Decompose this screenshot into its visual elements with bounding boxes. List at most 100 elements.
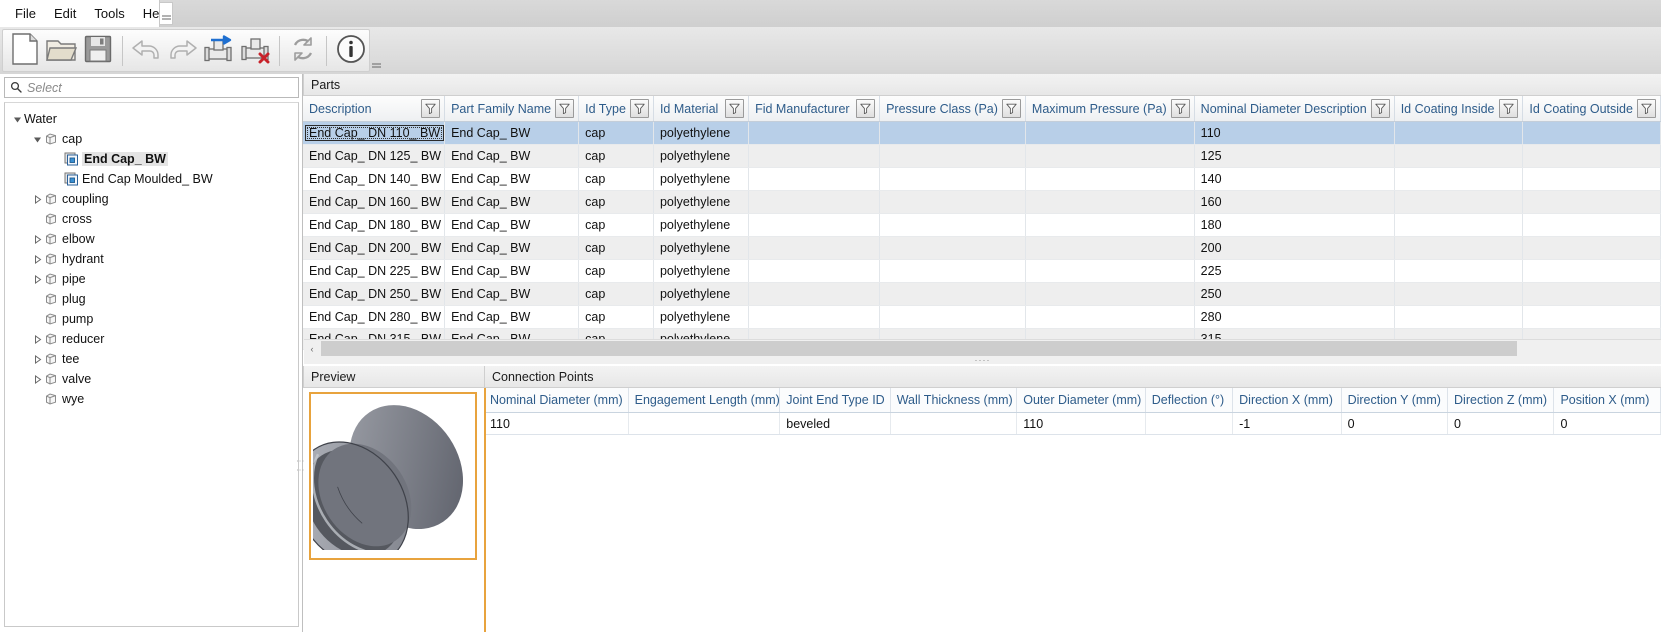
parts-cell-material[interactable]: polyethylene [653, 259, 750, 283]
parts-table-row[interactable]: End Cap_ DN 160_ BW End Cap_ BW cap polyeth… [303, 190, 1661, 214]
parts-cell-manufacturer[interactable] [748, 282, 881, 306]
connection-points-cell-outer-diameter[interactable]: 110 [1016, 412, 1146, 435]
category-tree[interactable]: Water cap End Cap_ BW End Cap Moulded_ BW co… [4, 102, 299, 627]
parts-cell-description[interactable]: End Cap_ DN 125_ BW [303, 144, 446, 168]
parts-cell-description[interactable]: End Cap_ DN 225_ BW [303, 259, 446, 283]
parts-cell-max-pressure[interactable] [1025, 213, 1195, 237]
parts-cell-coating-outside[interactable] [1522, 282, 1661, 306]
parts-cell-coating-outside[interactable] [1522, 213, 1661, 237]
connection-points-cell-position-x[interactable]: 0 [1553, 412, 1661, 435]
parts-cell-max-pressure[interactable] [1025, 144, 1195, 168]
parts-column-header[interactable]: Id Coating Outside [1522, 96, 1661, 122]
filter-funnel-icon[interactable] [555, 99, 575, 118]
parts-column-header[interactable]: Nominal Diameter Description [1194, 96, 1395, 122]
parts-cell-max-pressure[interactable] [1025, 190, 1195, 214]
parts-column-header[interactable]: Id Material [653, 96, 750, 122]
parts-cell-coating-inside[interactable] [1394, 259, 1524, 283]
connection-points-cell-wall-thickness[interactable] [890, 412, 1018, 435]
parts-cell-max-pressure[interactable] [1025, 282, 1195, 306]
parts-cell-type[interactable]: cap [578, 190, 654, 214]
parts-cell-manufacturer[interactable] [748, 236, 881, 260]
parts-cell-pressure-class[interactable] [879, 121, 1026, 145]
connection-points-column-header[interactable]: Position X (mm) [1553, 388, 1661, 413]
tree-node-water[interactable]: Water [5, 109, 298, 129]
connection-points-column-header[interactable]: Nominal Diameter (mm) [484, 388, 629, 413]
filter-funnel-icon[interactable] [1370, 99, 1390, 118]
toolbar-overflow-handle[interactable] [370, 31, 382, 71]
tree-node-hydrant[interactable]: hydrant [5, 249, 298, 269]
connection-points-cell-direction-z[interactable]: 0 [1447, 412, 1555, 435]
parts-cell-material[interactable]: polyethylene [653, 213, 750, 237]
tree-expand-arrow-down-icon[interactable] [31, 133, 44, 146]
add-part-button[interactable] [201, 30, 238, 71]
parts-cell-family[interactable]: End Cap_ BW [444, 282, 580, 306]
parts-cell-coating-inside[interactable] [1394, 305, 1524, 329]
connection-points-column-header[interactable]: Engagement Length (mm) [628, 388, 781, 413]
tree-node-cross[interactable]: cross [5, 209, 298, 229]
parts-cell-description[interactable]: End Cap_ DN 250_ BW [303, 282, 446, 306]
new-document-button[interactable] [7, 30, 44, 71]
parts-table-row[interactable]: End Cap_ DN 125_ BW End Cap_ BW cap polyeth… [303, 144, 1661, 168]
parts-cell-coating-outside[interactable] [1522, 236, 1661, 260]
parts-cell-coating-inside[interactable] [1394, 167, 1524, 191]
scrollbar-thumb[interactable] [321, 341, 1517, 356]
parts-cell-pressure-class[interactable] [879, 236, 1026, 260]
parts-table-body[interactable]: End Cap_ DN 110_ BW End Cap_ BW cap polyeth… [303, 121, 1661, 350]
parts-table-row[interactable]: End Cap_ DN 200_ BW End Cap_ BW cap polyeth… [303, 236, 1661, 260]
menu-tools[interactable]: Tools [85, 3, 133, 24]
parts-cell-type[interactable]: cap [578, 259, 654, 283]
parts-cell-material[interactable]: polyethylene [653, 282, 750, 306]
parts-cell-pressure-class[interactable] [879, 213, 1026, 237]
parts-cell-coating-outside[interactable] [1522, 121, 1661, 145]
filter-funnel-icon[interactable] [421, 99, 441, 118]
tree-expand-arrow-right-icon[interactable] [31, 233, 44, 246]
undo-button[interactable] [128, 30, 165, 71]
parts-cell-family[interactable]: End Cap_ BW [444, 236, 580, 260]
parts-cell-coating-inside[interactable] [1394, 121, 1524, 145]
connection-points-column-header[interactable]: Deflection (°) [1145, 388, 1234, 413]
parts-cell-family[interactable]: End Cap_ BW [444, 259, 580, 283]
connection-points-body[interactable]: 110 beveled 110 -1 0 0 0 [484, 412, 1661, 435]
search-input[interactable]: Select [4, 77, 299, 98]
tree-node-pump[interactable]: pump [5, 309, 298, 329]
parts-cell-material[interactable]: polyethylene [653, 121, 750, 145]
parts-table-row[interactable]: End Cap_ DN 225_ BW End Cap_ BW cap polyeth… [303, 259, 1661, 283]
horizontal-splitter[interactable]: ···· [304, 355, 1661, 365]
parts-cell-coating-inside[interactable] [1394, 144, 1524, 168]
parts-cell-max-pressure[interactable] [1025, 259, 1195, 283]
scroll-left-arrow-icon[interactable]: ‹ [304, 340, 320, 357]
parts-column-header[interactable]: Id Type [578, 96, 654, 122]
parts-cell-family[interactable]: End Cap_ BW [444, 190, 580, 214]
parts-cell-nominal-diameter[interactable]: 280 [1194, 305, 1395, 329]
parts-cell-pressure-class[interactable] [879, 305, 1026, 329]
parts-cell-description[interactable]: End Cap_ DN 200_ BW [303, 236, 446, 260]
parts-cell-coating-outside[interactable] [1522, 259, 1661, 283]
parts-column-header[interactable]: Id Coating Inside [1394, 96, 1524, 122]
parts-cell-type[interactable]: cap [578, 213, 654, 237]
tree-expand-arrow-down-icon[interactable] [11, 113, 24, 126]
filter-funnel-icon[interactable] [856, 99, 876, 118]
parts-cell-pressure-class[interactable] [879, 167, 1026, 191]
parts-column-header[interactable]: Description [303, 96, 446, 122]
redo-button[interactable] [164, 30, 201, 71]
connection-points-cell-deflection[interactable] [1145, 412, 1234, 435]
delete-part-button[interactable] [237, 30, 274, 71]
parts-table[interactable]: Description Part Family Name Id Type Id Mat… [303, 96, 1661, 350]
parts-cell-type[interactable]: cap [578, 305, 654, 329]
connection-points-column-header[interactable]: Direction X (mm) [1232, 388, 1342, 413]
parts-cell-manufacturer[interactable] [748, 259, 881, 283]
parts-cell-pressure-class[interactable] [879, 259, 1026, 283]
parts-cell-type[interactable]: cap [578, 144, 654, 168]
connection-points-table[interactable]: Nominal Diameter (mm) Engagement Length (… [484, 388, 1661, 435]
tree-node-end-cap-moulded-bw[interactable]: End Cap Moulded_ BW [5, 169, 298, 189]
tree-node-elbow[interactable]: elbow [5, 229, 298, 249]
parts-cell-max-pressure[interactable] [1025, 236, 1195, 260]
parts-cell-pressure-class[interactable] [879, 190, 1026, 214]
tree-expand-arrow-right-icon[interactable] [31, 193, 44, 206]
connection-points-column-header[interactable]: Outer Diameter (mm) [1016, 388, 1146, 413]
parts-cell-max-pressure[interactable] [1025, 305, 1195, 329]
connection-points-row[interactable]: 110 beveled 110 -1 0 0 0 [484, 412, 1661, 435]
parts-cell-manufacturer[interactable] [748, 144, 881, 168]
tree-node-wye[interactable]: wye [5, 389, 298, 409]
parts-cell-description[interactable]: End Cap_ DN 110_ BW [303, 121, 446, 145]
